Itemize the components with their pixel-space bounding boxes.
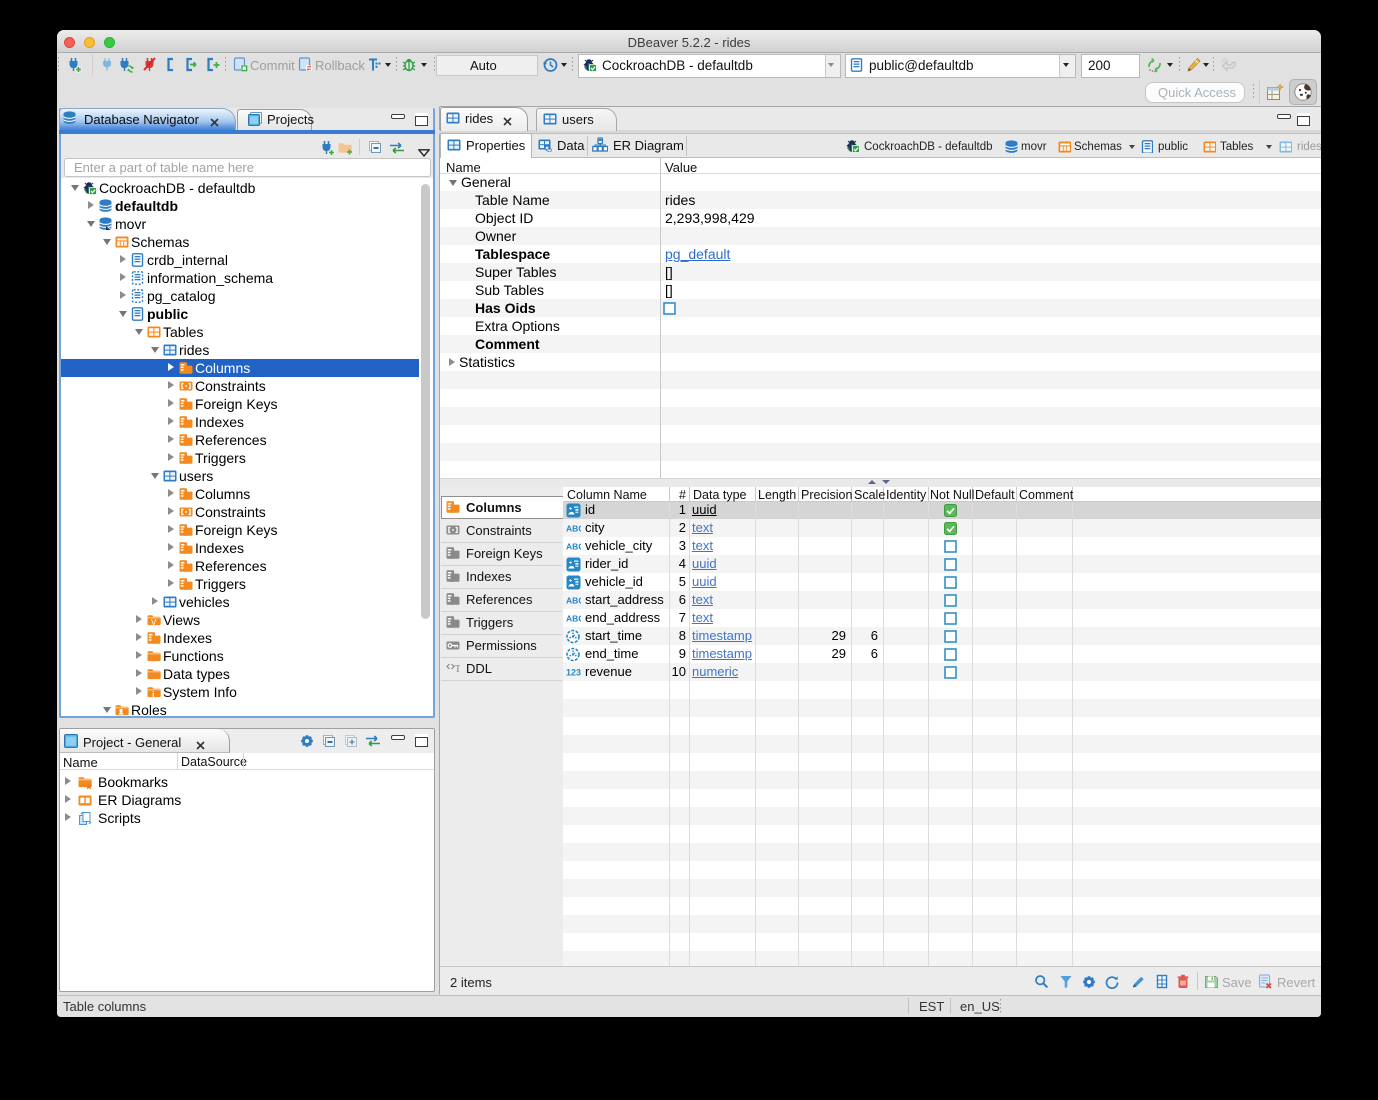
svg-text:123: 123 — [566, 667, 581, 677]
svg-text:ABC: ABC — [566, 613, 581, 623]
svg-text:<>: <> — [545, 147, 552, 153]
svg-text:ABC: ABC — [566, 523, 581, 533]
svg-text:V: V — [151, 618, 157, 627]
svg-text:ABC: ABC — [566, 541, 581, 551]
svg-text:ABC: ABC — [566, 595, 581, 605]
svg-text:T: T — [455, 663, 461, 675]
